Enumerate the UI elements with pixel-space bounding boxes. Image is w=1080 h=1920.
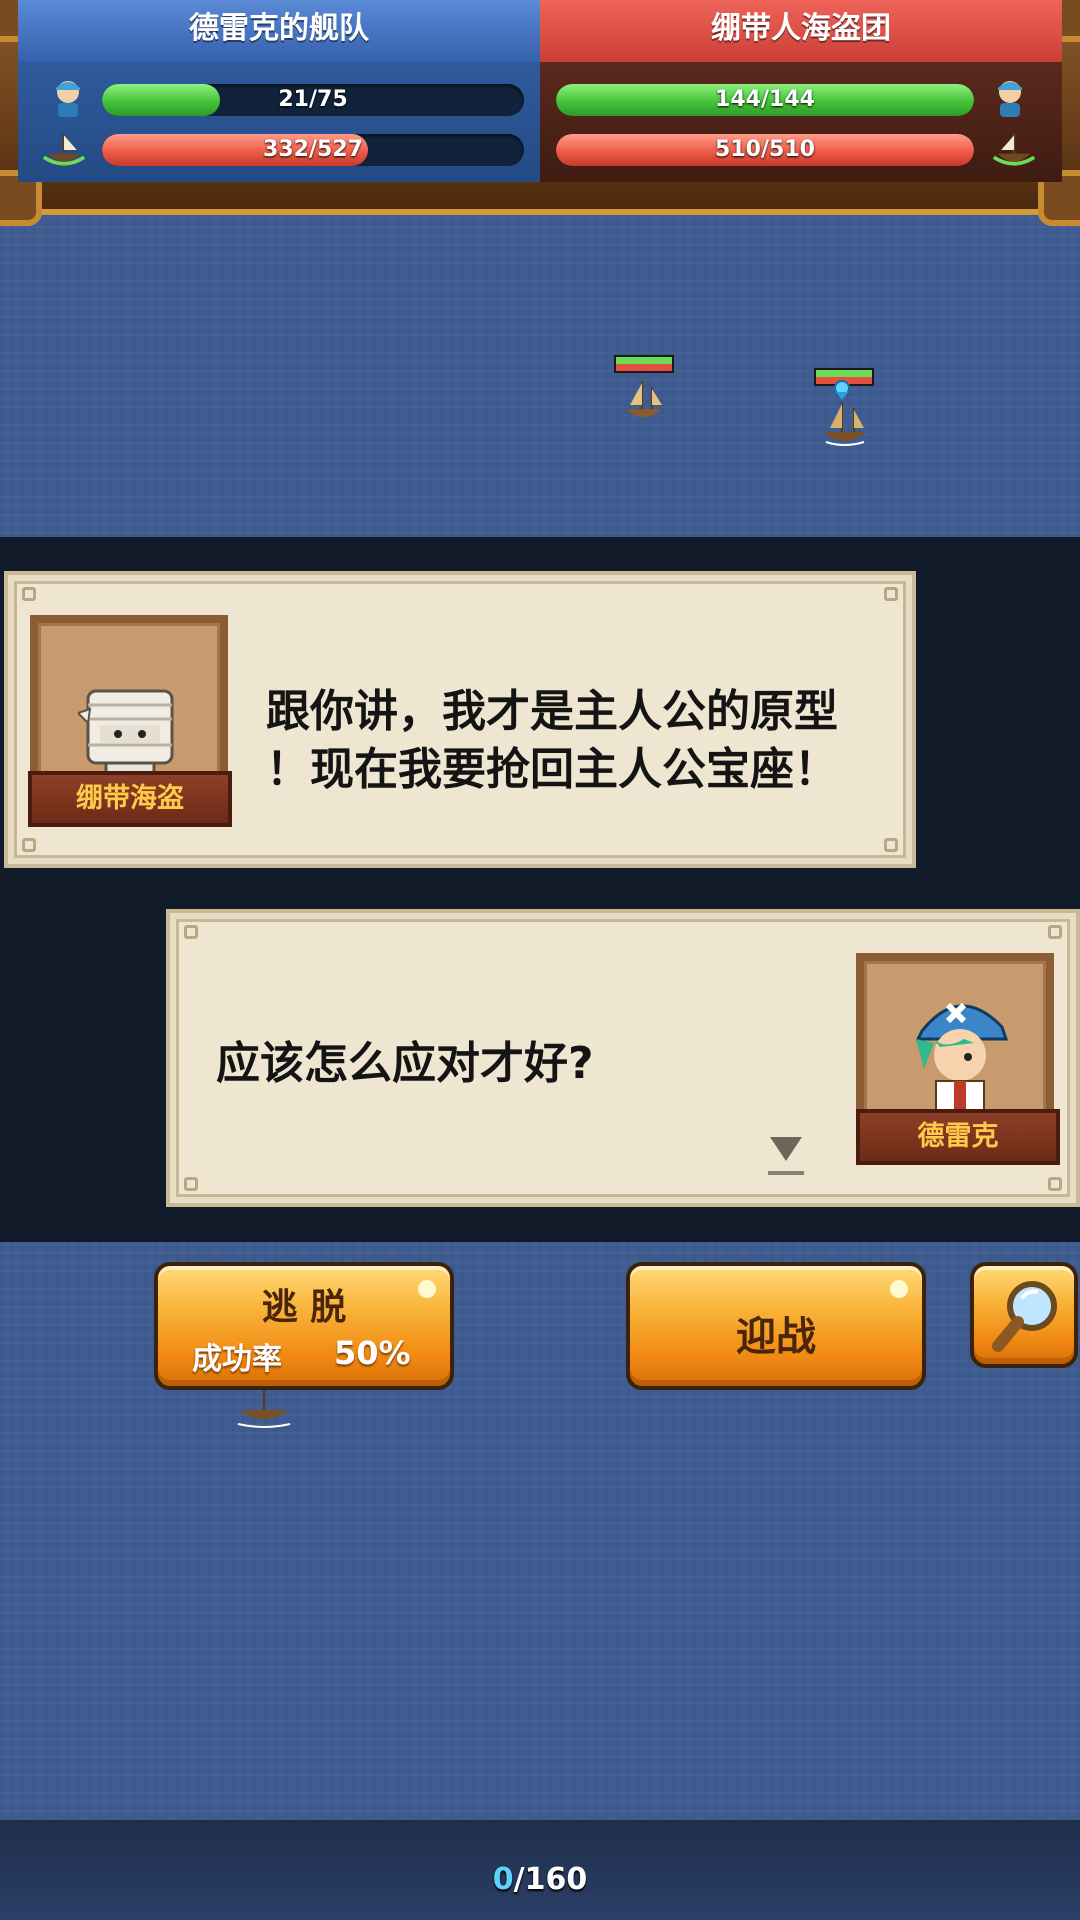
player-ship-health-bar [614, 355, 674, 373]
battle-hud: 德雷克的舰队 绷带人海盗团 21/75 332/527 144/144 510/… [0, 0, 1080, 226]
magnifier-icon [992, 1281, 1057, 1352]
left-crew-bar: 21/75 [102, 84, 524, 116]
fight-button-label: 迎战 [736, 1314, 816, 1360]
dialog-text-line-1: 应该怎么应对才好? [216, 1038, 594, 1089]
left-ship-hp-bar: 332/527 [102, 134, 524, 166]
sailing-ship-icon [824, 402, 866, 446]
turn-counter-total: /160 [513, 1862, 588, 1897]
left-crew-text: 21/75 [278, 87, 348, 112]
crew-icon [46, 76, 90, 120]
escape-rate-label: 成功率 [192, 1342, 282, 1377]
left-team-panel: 21/75 332/527 [18, 62, 540, 182]
escape-rate-value: 50% [334, 1334, 411, 1372]
right-ship-hp-bar: 510/510 [556, 134, 974, 166]
left-team-name: 德雷克的舰队 [18, 0, 540, 62]
dialog-text-line-2: ！现在我要抢回主人公宝座！ [266, 744, 838, 795]
right-crew-bar: 144/144 [556, 84, 974, 116]
right-crew-text: 144/144 [715, 87, 815, 112]
right-ship-hp-text: 510/510 [715, 137, 815, 162]
speaker-nameplate: 绷带海盗 [28, 771, 232, 827]
dialog-box-player[interactable]: 应该怎么应对才好? 德雷克 [166, 909, 1080, 1207]
fight-button[interactable]: 迎战 [626, 1262, 926, 1390]
next-arrow-icon[interactable] [766, 1133, 806, 1179]
escape-button[interactable]: 逃 脱 成功率 50% [154, 1262, 454, 1390]
right-team-name: 绷带人海盗团 [540, 0, 1062, 62]
left-ship-hp-text: 332/527 [263, 137, 363, 162]
right-team-panel: 144/144 510/510 [540, 62, 1062, 182]
dialog-box-enemy[interactable]: 绷带海盗 跟你讲，我才是主人公的原型 ！现在我要抢回主人公宝座！ [4, 571, 916, 868]
speaker-nameplate: 德雷克 [856, 1109, 1060, 1165]
target-marker-icon [834, 380, 850, 400]
escape-button-label: 逃 脱 [261, 1287, 347, 1328]
ship-icon [42, 128, 86, 172]
turn-counter-current: 0 [492, 1862, 514, 1897]
dialog-text-line-1: 跟你讲，我才是主人公的原型 [266, 686, 838, 737]
crew-icon [988, 76, 1032, 120]
sailing-ship-icon [237, 1384, 291, 1428]
ship-icon [992, 128, 1036, 172]
escort-ship[interactable] [234, 1384, 294, 1436]
turn-counter: 0/160 [0, 1862, 1080, 1897]
inspect-button[interactable] [970, 1262, 1078, 1368]
drake-avatar-icon [915, 1002, 1009, 1126]
sailing-ship-icon [626, 381, 662, 417]
